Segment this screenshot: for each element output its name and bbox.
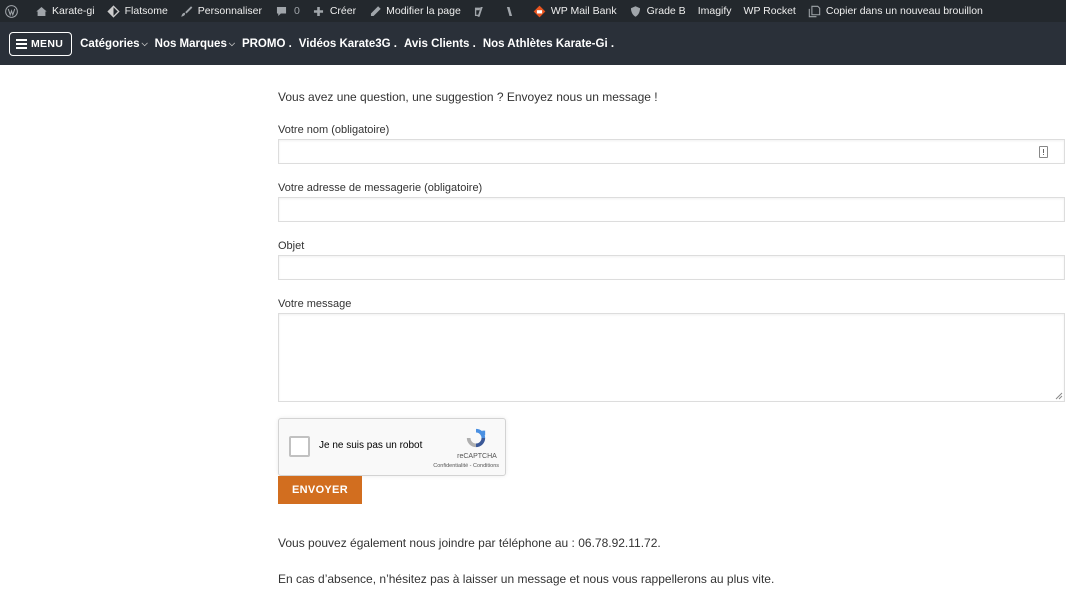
adminbar-customize-label: Personnaliser: [197, 5, 262, 17]
adminbar-imagify[interactable]: Imagify: [692, 0, 738, 22]
pencil-icon: [368, 4, 382, 18]
autofill-icon[interactable]: [1039, 146, 1048, 158]
adminbar-new[interactable]: Créer: [306, 0, 362, 22]
adminbar-site[interactable]: Karate-gi: [28, 0, 101, 22]
adminbar-flatsome-label: Flatsome: [124, 5, 168, 17]
adminbar-imagify-label: Imagify: [697, 5, 732, 17]
nav-item-label: Avis Clients .: [404, 37, 476, 50]
adminbar-customize[interactable]: Personnaliser: [174, 0, 268, 22]
adminbar-mail-bank[interactable]: WP Mail Bank: [527, 0, 623, 22]
chevron-down-icon: ⌵: [141, 38, 148, 48]
shield-icon: [629, 4, 643, 18]
nav-item-label: Nos Marques: [154, 37, 227, 50]
hamburger-icon: [16, 37, 27, 51]
recaptcha-logo-icon: [466, 428, 486, 448]
adminbar-yoast[interactable]: [467, 0, 497, 22]
adminbar-new-label: Créer: [329, 5, 357, 17]
nav-item-marques[interactable]: Nos Marques ⌵: [155, 38, 235, 50]
adminbar-copy-draft-label: Copier dans un nouveau brouillon: [825, 5, 983, 17]
recaptcha-text: Je ne suis pas un robot: [319, 440, 423, 451]
adminbar-comments[interactable]: 0: [268, 0, 306, 22]
nav-item-label: PROMO .: [241, 37, 292, 50]
adminbar-edit[interactable]: Modifier la page: [362, 0, 467, 22]
name-field[interactable]: [278, 139, 1065, 164]
nav-item-label: Vidéos Karate3G .: [298, 37, 398, 50]
menu-button-label: MENU: [31, 37, 64, 50]
nav-item-categories[interactable]: Catégories ⌵: [80, 38, 148, 50]
comment-count: 0: [294, 5, 300, 17]
nav-item-athletes[interactable]: Nos Athlètes Karate-Gi .: [483, 38, 614, 50]
nav-item-label: Catégories: [80, 37, 140, 50]
adminbar-edit-label: Modifier la page: [386, 5, 461, 17]
adminbar-code[interactable]: [497, 0, 527, 22]
nav-item-label: Nos Athlètes Karate-Gi .: [482, 37, 615, 50]
absence-text: En cas d’absence, n’hésitez pas à laisse…: [278, 572, 775, 586]
adminbar-mail-bank-label: WP Mail Bank: [550, 5, 617, 17]
message-label: Votre message: [278, 298, 352, 310]
email-field[interactable]: [278, 197, 1065, 222]
recaptcha-brand: reCAPTCHA: [457, 453, 497, 460]
email-label: Votre adresse de messagerie (obligatoire…: [278, 182, 483, 194]
phone-text: Vous pouvez également nous joindre par t…: [278, 536, 661, 550]
submit-button[interactable]: ENVOYER: [278, 476, 362, 504]
wordpress-icon: [4, 4, 18, 18]
subject-label: Objet: [278, 240, 305, 252]
copy-icon: [808, 4, 822, 18]
adminbar-copy-draft[interactable]: Copier dans un nouveau brouillon: [802, 0, 989, 22]
comment-icon: [274, 4, 288, 18]
resize-handle[interactable]: [1055, 392, 1063, 400]
flatsome-icon: [107, 4, 121, 18]
adminbar-wp-rocket[interactable]: WP Rocket: [738, 0, 802, 22]
code-icon: [503, 4, 517, 18]
adminbar-flatsome[interactable]: Flatsome: [101, 0, 174, 22]
nav-item-avis[interactable]: Avis Clients .: [404, 38, 476, 50]
chevron-down-icon: ⌵: [228, 38, 235, 48]
brush-icon: [180, 4, 194, 18]
home-icon: [34, 4, 48, 18]
adminbar-wordpress[interactable]: [0, 0, 28, 22]
name-label: Votre nom (obligatoire): [278, 124, 390, 136]
form-intro: Vous avez une question, une suggestion ?…: [278, 90, 658, 104]
mail-bank-icon: [533, 4, 547, 18]
message-field[interactable]: [278, 313, 1065, 402]
adminbar-wp-rocket-label: WP Rocket: [743, 5, 796, 17]
recaptcha-checkbox[interactable]: [289, 436, 310, 457]
nav-item-videos[interactable]: Vidéos Karate3G .: [299, 38, 397, 50]
adminbar-grade[interactable]: Grade B: [623, 0, 692, 22]
subject-field[interactable]: [278, 255, 1065, 280]
yoast-icon: [473, 4, 487, 18]
admin-bar: Karate-gi Flatsome Personnaliser 0 Créer…: [0, 0, 1066, 22]
adminbar-grade-label: Grade B: [646, 5, 686, 17]
nav-item-promo[interactable]: PROMO .: [242, 38, 292, 50]
plus-icon: [312, 4, 326, 18]
menu-button[interactable]: MENU: [9, 31, 73, 56]
recaptcha-links[interactable]: Confidentialité - Conditions: [423, 463, 499, 469]
adminbar-site-label: Karate-gi: [52, 5, 95, 17]
site-header: MENU Catégories ⌵ Nos Marques ⌵ PROMO . …: [0, 22, 1066, 65]
recaptcha-widget: Je ne suis pas un robot reCAPTCHA Confid…: [278, 418, 506, 476]
